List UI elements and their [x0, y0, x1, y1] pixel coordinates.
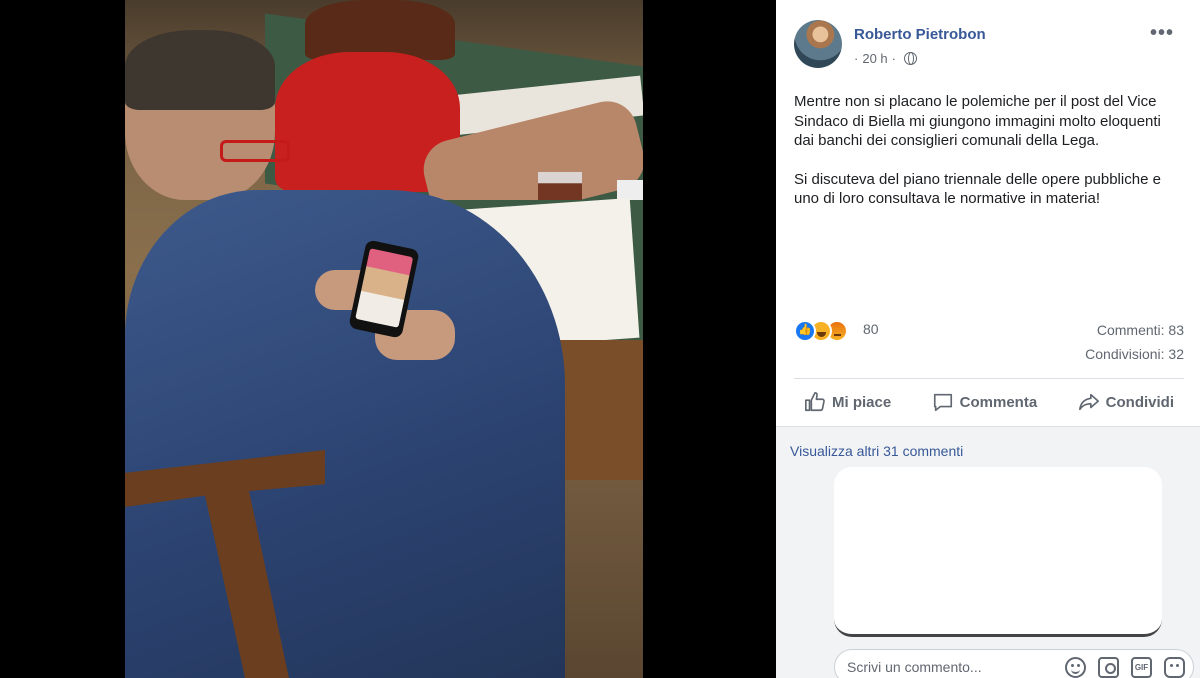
post-paragraph: Si discuteva del piano triennale delle o… [794, 170, 1161, 208]
comment-tools: GIF [1065, 657, 1185, 678]
comment-bubble [834, 467, 1162, 637]
comment-composer[interactable]: GIF [834, 649, 1194, 678]
photo-viewer [0, 0, 776, 678]
camera-icon[interactable] [1098, 657, 1119, 678]
man-hair [125, 30, 275, 110]
comment-label: Commenta [959, 393, 1038, 411]
comment-input[interactable] [847, 657, 1047, 677]
comment-icon [933, 393, 952, 412]
like-label: Mi piace [832, 393, 892, 411]
reaction-icons[interactable] [794, 320, 848, 342]
post-header: Roberto Pietrobon · 20 h · ••• [794, 20, 1184, 72]
post-time[interactable]: 20 h [862, 51, 887, 66]
like-reaction-icon [794, 320, 816, 342]
comment-button[interactable]: Commenta [922, 384, 1048, 420]
emoji-icon[interactable] [1065, 657, 1086, 678]
more-horizontal-icon[interactable]: ••• [1150, 22, 1174, 45]
share-label: Condividi [1105, 393, 1174, 411]
man-blue-jacket [125, 190, 565, 678]
post-text: Mentre non si placano le polemiche per i… [794, 92, 1184, 228]
reactions-bar: 80 Commenti: 83 Condivisioni: 32 [794, 316, 1184, 376]
author-name[interactable]: Roberto Pietrobon [854, 26, 986, 43]
comments-count[interactable]: Commenti: 83 [1097, 322, 1184, 338]
meta-separator: · [891, 51, 896, 66]
view-more-comments-link[interactable]: Visualizza altri 31 commenti [790, 443, 963, 459]
post-photo[interactable] [125, 0, 643, 678]
thumbs-up-icon [805, 392, 825, 412]
reaction-count[interactable]: 80 [863, 321, 879, 337]
sticker-icon[interactable] [1164, 657, 1185, 678]
comments-section: Visualizza altri 31 commenti GIF [776, 426, 1200, 678]
divider [794, 378, 1184, 379]
post-meta: · 20 h · [854, 51, 917, 66]
action-bar: Mi piace Commenta Condividi [794, 384, 1184, 420]
globe-icon[interactable] [904, 52, 917, 65]
like-button[interactable]: Mi piace [794, 384, 901, 420]
red-glasses [220, 140, 290, 162]
gif-icon[interactable]: GIF [1131, 657, 1152, 678]
avatar[interactable] [794, 20, 842, 68]
meta-separator: · [854, 51, 859, 66]
shares-count[interactable]: Condivisioni: 32 [1085, 346, 1184, 362]
post-panel: Roberto Pietrobon · 20 h · ••• Mentre no… [776, 0, 1200, 678]
share-button[interactable]: Condividi [1068, 384, 1184, 420]
post-paragraph: Mentre non si placano le polemiche per i… [794, 93, 1161, 149]
share-icon [1078, 393, 1099, 411]
woman-hair [305, 0, 455, 60]
